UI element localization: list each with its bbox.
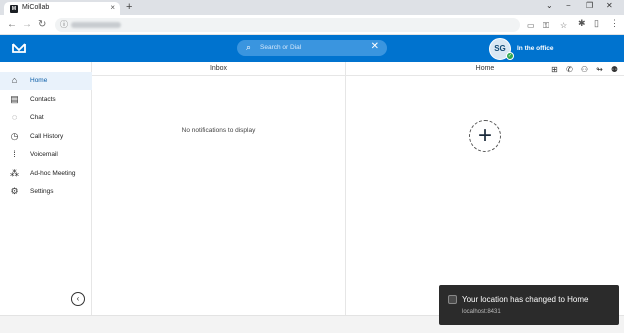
home-header: Home ⊞ ✆ ⚇ ↬ ⚉ [346, 62, 624, 76]
profile-icon[interactable]: ▯ [594, 18, 599, 29]
sidebar-item-label: Ad-hoc Meeting [30, 170, 76, 177]
add-contact-icon[interactable]: ⚇ [579, 64, 590, 75]
sidebar-item-contacts[interactable]: ▤ Contacts [0, 91, 92, 109]
reload-button[interactable]: ↻ [38, 19, 46, 30]
add-widget-icon[interactable]: ⊞ [549, 64, 560, 75]
inbox-pane: Inbox No notifications to display [92, 62, 346, 315]
phone-icon[interactable]: ✆ [564, 64, 575, 75]
inbox-title: Inbox [92, 62, 345, 76]
sidebar-item-settings[interactable]: ⚙ Settings [0, 183, 92, 201]
tab-title: MiCollab [22, 4, 50, 11]
sidebar-item-voicemail[interactable]: ⁞ Voicemail [0, 146, 92, 164]
search-icon: ⌕ [246, 42, 252, 52]
toast-source: localhost:8431 [462, 309, 501, 315]
key-icon[interactable]: ⚿ [543, 21, 549, 31]
meeting-icon: ⁂ [10, 168, 19, 178]
toast-title: Your location has changed to Home [462, 295, 589, 304]
chat-icon: ◌ [11, 112, 18, 122]
address-bar[interactable]: ⓘ ▭ ⚿ ☆ [55, 18, 567, 32]
maximize-button[interactable]: ❐ [586, 1, 593, 10]
user-settings-icon[interactable]: ⚉ [609, 64, 620, 75]
inbox-empty-message: No notifications to display [181, 127, 256, 134]
collapse-sidebar-button[interactable]: ‹ [71, 292, 85, 306]
chrome-notification-icon [448, 295, 457, 304]
browser-toolbar: ← → ↻ ⓘ ▭ ⚿ ☆ ✱ ▯ ⋮ [0, 15, 624, 35]
add-home-item-button[interactable]: + [469, 120, 501, 152]
clear-search-icon[interactable]: ✕ [371, 41, 379, 52]
home-pane: Home ⊞ ✆ ⚇ ↬ ⚉ + [346, 62, 624, 315]
home-icon: ⌂ [11, 75, 18, 85]
bookmark-star-icon[interactable]: ☆ [560, 21, 567, 30]
cast-icon[interactable]: ▭ [527, 21, 535, 30]
sidebar-item-label: Chat [30, 114, 44, 121]
contacts-icon: ▤ [10, 94, 19, 104]
tab-close-icon[interactable]: × [110, 3, 115, 12]
tab-search-icon[interactable]: ⌄ [546, 1, 553, 10]
sidebar: ⌂ Home ▤ Contacts ◌ Chat ◷ Call History … [0, 62, 92, 315]
sidebar-item-home[interactable]: ⌂ Home [0, 72, 92, 90]
presence-check-icon: ✓ [506, 52, 514, 60]
location-toast-notification[interactable]: Your location has changed to Home localh… [439, 285, 619, 325]
mitel-logo-icon[interactable] [12, 42, 26, 54]
back-button[interactable]: ← [7, 19, 17, 30]
browser-tab[interactable]: M MiCollab × [4, 2, 120, 15]
site-info-icon[interactable]: ⓘ [60, 19, 68, 30]
sidebar-item-label: Call History [30, 133, 64, 140]
search-bar[interactable]: ⌕ Search or Dial ✕ [237, 40, 387, 56]
voicemail-icon: ⁞ [13, 149, 16, 159]
minimize-button[interactable]: − [566, 1, 571, 10]
forward-button[interactable]: → [22, 19, 32, 30]
sidebar-item-label: Home [30, 77, 48, 84]
call-forward-icon[interactable]: ↬ [594, 64, 605, 75]
gear-icon: ⚙ [10, 186, 19, 196]
sidebar-item-label: Voicemail [30, 151, 58, 158]
sidebar-item-chat[interactable]: ◌ Chat [0, 109, 92, 127]
micollab-favicon-icon: M [10, 5, 18, 13]
sidebar-item-label: Settings [30, 188, 54, 195]
sidebar-item-label: Contacts [30, 96, 56, 103]
search-input[interactable]: Search or Dial [260, 44, 301, 51]
clock-icon: ◷ [10, 131, 19, 141]
address-url-blurred [71, 22, 121, 28]
sidebar-item-call-history[interactable]: ◷ Call History [0, 128, 92, 146]
menu-icon[interactable]: ⋮ [610, 18, 619, 29]
browser-tab-strip: M MiCollab × + ⌄ − ❐ ✕ [0, 0, 624, 15]
app-header: ⌕ Search or Dial ✕ SG ✓ In the office [0, 35, 624, 62]
extensions-icon[interactable]: ✱ [578, 18, 586, 29]
sidebar-item-ad-hoc-meeting[interactable]: ⁂ Ad-hoc Meeting [0, 165, 92, 183]
close-window-button[interactable]: ✕ [606, 1, 613, 10]
presence-status[interactable]: In the office [517, 45, 553, 52]
new-tab-button[interactable]: + [126, 1, 132, 13]
